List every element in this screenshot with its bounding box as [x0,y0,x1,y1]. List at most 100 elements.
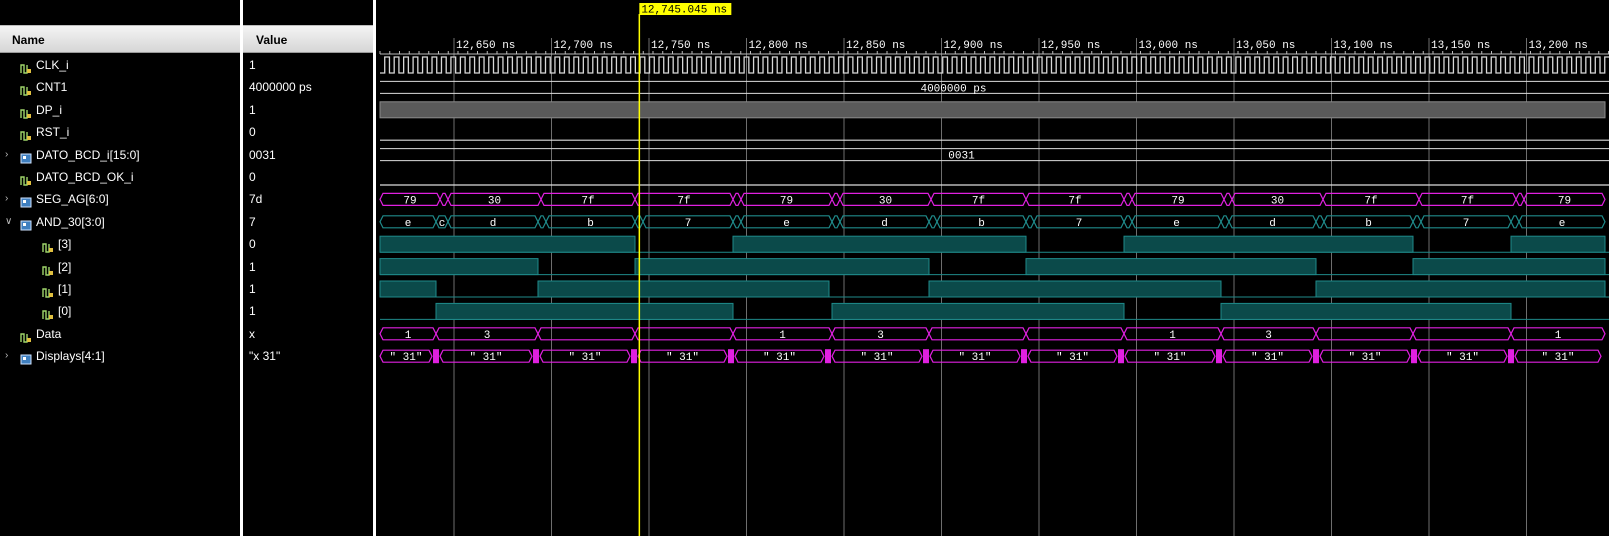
displays-segment-label: " 31" [1541,352,1574,364]
timeline-tick-label: 13,150 ns [1431,40,1490,52]
value-column-header[interactable]: Value [243,25,373,53]
signal-name: CNT1 [36,80,68,95]
signal-name: Displays[4:1] [36,349,105,364]
and-30-segment-label: d [490,218,497,230]
bit-signal-icon [20,81,32,97]
value-column-label: Value [256,33,288,47]
and-30-segment [1025,215,1035,229]
signal-name: SEG_AG[6:0] [36,192,109,207]
data-segment-label: 3 [877,330,884,342]
signal-name: Data [36,326,62,341]
and-30-segment-label: d [881,218,888,230]
bit-signal-icon [20,104,32,119]
and-30-bit2-high [1412,258,1606,276]
displays-transition [533,349,539,364]
cnt1-wave-label: 4000000 ps [920,83,986,95]
and-30-segment [831,215,841,229]
seg-ag-segment-label: 79 [1558,195,1571,207]
data-segment [1315,327,1414,341]
signal-row[interactable]: [3] [0,233,240,255]
signal-name-panel: Name CLK_i CNT1 DP_i RST_i › DATO_BCD_i[15:0]… [0,0,240,536]
bus-signal-icon [20,216,32,231]
displays-segment-label: " 31" [860,352,893,364]
signal-row[interactable]: ∨ AND_30[3:0] [0,211,240,233]
data-segment [537,327,636,341]
signal-row[interactable]: › Displays[4:1] [0,345,240,367]
seg-ag-segment-label: 30 [488,195,501,207]
seg-ag-segment-label: 79 [1171,195,1184,207]
signal-row[interactable]: › SEG_AG[6:0] [0,188,240,210]
collapse-chevron-icon[interactable]: ∨ [5,211,12,233]
seg-ag-segment-label: 79 [780,195,793,207]
and-30-segment [928,215,938,229]
displays-segment-label: " 31" [568,352,601,364]
signal-value: x [249,326,255,341]
and-30-segment-label: c [439,218,446,230]
data-segment [1025,327,1125,341]
and-30-segment-label: b [978,218,985,230]
displays-transition [728,349,734,364]
signal-value: 1 [249,282,256,296]
waveform-panel[interactable]: 12,650 ns 12,700 ns 12,750 ns 12,800 ns 12,8… [376,0,1609,536]
data-segment [1412,327,1512,341]
signal-row[interactable]: CLK_i [0,54,240,76]
dp-wave [379,101,1606,119]
signal-row[interactable]: [1] [0,278,240,300]
signal-value: 1 [249,304,256,319]
data-segment-label: 1 [1169,330,1176,342]
signal-name: [1] [58,282,72,296]
expand-chevron-icon[interactable]: › [5,345,8,367]
and-30-segment [537,215,547,229]
signal-row[interactable]: Data [0,323,240,345]
seg-ag-segment-label: 7f [972,195,985,207]
bit-signal-icon [42,305,54,321]
signal-row[interactable]: RST_i [0,121,240,143]
and-30-bit1-high [537,280,830,298]
and-30-segment [732,215,742,229]
signal-row[interactable]: [2] [0,256,240,278]
signal-name: AND_30[3:0] [36,214,105,229]
signal-name: [3] [58,237,72,252]
signal-row[interactable]: DATO_BCD_OK_i [0,166,240,188]
expand-chevron-icon[interactable]: › [5,188,8,210]
displays-segment-label: " 31" [469,352,502,364]
bit-signal-icon [20,126,32,141]
expand-chevron-icon[interactable]: › [5,144,8,166]
and-30-segment-label: e [783,218,790,230]
timeline-tick-label: 12,850 ns [846,40,905,52]
signal-value: 1 [249,259,256,274]
signal-value: 1 [249,102,256,117]
data-segment [928,327,1027,341]
and-30-bit0-high [1220,302,1512,320]
name-column-header[interactable]: Name [0,25,240,53]
signal-row[interactable]: › DATO_BCD_i[15:0] [0,144,240,166]
timeline-tick-label: 13,000 ns [1139,40,1198,52]
signal-value: 0031 [249,147,276,162]
timeline-tick-label: 12,650 ns [456,40,515,52]
displays-transition [433,349,439,364]
and-30-segment-label: e [405,218,412,230]
signal-row[interactable]: CNT1 [0,76,240,98]
waveform-canvas[interactable]: 12,650 ns 12,700 ns 12,750 ns 12,800 ns 12,8… [376,0,1609,536]
signal-row[interactable]: DP_i [0,99,240,121]
displays-transition [825,349,831,364]
data-segment-label: 1 [779,330,786,342]
and-30-segment-label: 7 [685,218,692,230]
signal-row[interactable]: [0] [0,300,240,322]
signal-value: "x 31" [249,349,281,364]
and-30-segment-label: d [1269,218,1276,230]
signal-value: 1 [249,58,256,72]
seg-ag-segment-label: 30 [1271,195,1284,207]
data-segment-label: 1 [405,330,412,342]
and-30-segment [1123,215,1133,229]
timeline-tick-label: 12,700 ns [554,40,613,52]
time-cursor-label: 12,745.045 ns [641,5,727,17]
seg-ag-segment-label: 7f [1461,195,1474,207]
data-segment [634,327,734,341]
displays-segment-label: " 31" [958,352,991,364]
and-30-segment [1315,215,1325,229]
and-30-segment [1510,215,1520,229]
bit-signal-icon [20,171,32,186]
displays-segment-label: " 31" [1153,352,1186,364]
signal-value: 4000000 ps [249,80,312,95]
